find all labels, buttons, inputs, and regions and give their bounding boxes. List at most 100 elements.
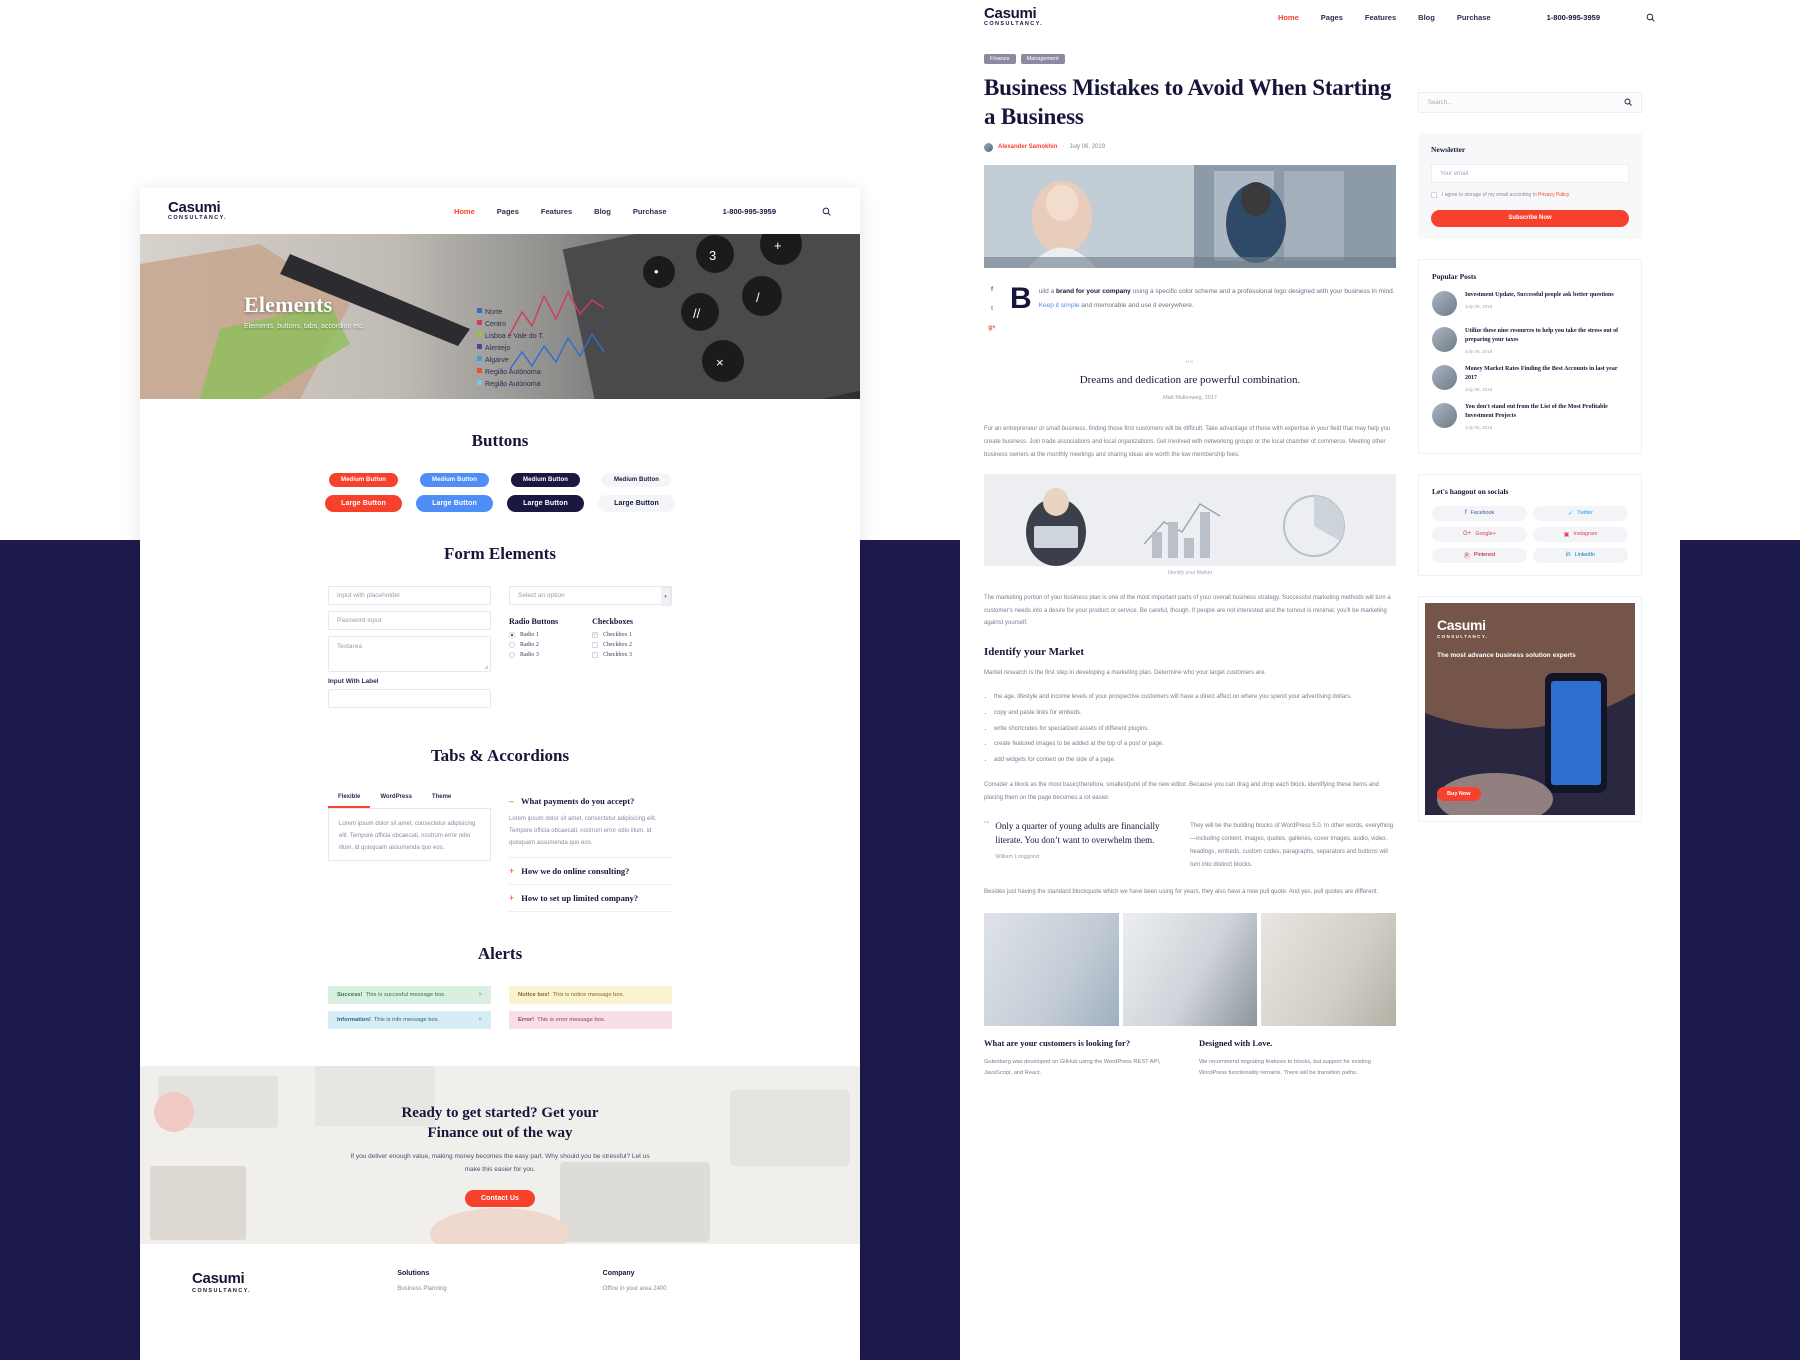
popular-post-item[interactable]: You don't stand out from the List of the…: [1432, 402, 1628, 430]
checkbox-option[interactable]: ✓ Checkbox 1: [592, 632, 633, 638]
search-widget[interactable]: Search...: [1418, 92, 1642, 113]
brand-logo[interactable]: Casumi CONSULTANCY.: [168, 200, 227, 222]
textarea-input[interactable]: Textarea: [328, 636, 491, 672]
radio-option[interactable]: Radio 2: [509, 642, 558, 648]
gallery-image-1: [984, 912, 1119, 1026]
accordion-header[interactable]: + How to set up limited company?: [509, 893, 672, 903]
radio-icon[interactable]: [509, 632, 515, 638]
checkbox-icon[interactable]: [1431, 192, 1437, 198]
nav-item-purchase[interactable]: Purchase: [1457, 13, 1491, 22]
checkbox-label: Checkbox 2: [603, 642, 632, 648]
popular-post-item[interactable]: Investment Update, Successful people ask…: [1432, 290, 1628, 316]
chevron-down-icon[interactable]: ▾: [661, 587, 671, 606]
medium-button-light[interactable]: Medium Button: [602, 473, 671, 487]
tab-theme[interactable]: Theme: [422, 788, 461, 808]
checkbox-icon[interactable]: [592, 652, 599, 658]
subscribe-button[interactable]: Subscribe Now: [1431, 209, 1629, 227]
tab-panel: Lorem ipsum dolor sit amet, consectetur …: [328, 809, 491, 861]
footer-link[interactable]: Office in your area 2400: [603, 1286, 808, 1292]
medium-button-blue[interactable]: Medium Button: [420, 473, 489, 487]
social-link-googleplus[interactable]: G+ Google+: [1432, 526, 1527, 542]
medium-button-red[interactable]: Medium Button: [329, 473, 398, 487]
popular-post-item[interactable]: Money Market Rates Finding the Best Acco…: [1432, 364, 1628, 392]
nav-item-home[interactable]: Home: [1278, 13, 1299, 22]
nav-item-pages[interactable]: Pages: [1321, 13, 1343, 22]
input-with-label[interactable]: [328, 689, 491, 708]
nav-item-pages[interactable]: Pages: [497, 207, 519, 216]
plus-icon[interactable]: +: [509, 867, 514, 876]
checkbox-option[interactable]: Checkbox 3: [592, 652, 633, 658]
tag-management[interactable]: Management: [1020, 54, 1065, 64]
post-title[interactable]: You don't stand out from the List of the…: [1465, 403, 1628, 421]
privacy-policy-link[interactable]: Privacy Policy: [1538, 192, 1569, 198]
post-title[interactable]: Money Market Rates Finding the Best Acco…: [1465, 365, 1628, 383]
tag-finance[interactable]: Finance: [984, 54, 1016, 64]
twitter-icon[interactable]: t: [987, 304, 997, 314]
nav-item-features[interactable]: Features: [541, 207, 572, 216]
nav-item-blog[interactable]: Blog: [1418, 13, 1435, 22]
large-button-dark[interactable]: Large Button: [507, 495, 584, 512]
close-icon[interactable]: ×: [478, 992, 482, 998]
footer-link[interactable]: Business Planning: [397, 1286, 602, 1292]
medium-button-dark[interactable]: Medium Button: [511, 473, 580, 487]
list-item: copy and paste links for embeds.: [994, 708, 1396, 720]
search-icon[interactable]: [1624, 98, 1632, 108]
accordion-item[interactable]: – What payments do you accept? Lorem ips…: [509, 788, 672, 858]
newsletter-email-input[interactable]: Your email: [1431, 164, 1629, 183]
cta-line-1: Ready to get started? Get your: [401, 1104, 599, 1121]
brand-logo[interactable]: Casumi CONSULTANCY.: [984, 6, 1043, 28]
password-input[interactable]: Password input: [328, 611, 491, 630]
search-icon[interactable]: [1644, 11, 1656, 23]
social-link-facebook[interactable]: f Facebook: [1432, 505, 1527, 521]
contact-us-button[interactable]: Contact Us: [465, 1190, 535, 1208]
nav-item-features[interactable]: Features: [1365, 13, 1396, 22]
alert-strong: Information!: [337, 1017, 371, 1023]
search-input[interactable]: Search...: [1428, 100, 1452, 106]
social-link-pinterest[interactable]: Ⓟ Pinterest: [1432, 547, 1527, 563]
footer-heading-solutions: Solutions: [397, 1270, 430, 1277]
nav-item-blog[interactable]: Blog: [594, 207, 611, 216]
popular-post-item[interactable]: Utilize these nine resources to help you…: [1432, 326, 1628, 354]
checkbox-icon[interactable]: [592, 642, 599, 648]
large-button-blue[interactable]: Large Button: [416, 495, 493, 512]
accordion-header[interactable]: – What payments do you accept?: [509, 796, 672, 806]
nav-item-purchase[interactable]: Purchase: [633, 207, 667, 216]
minus-icon[interactable]: –: [509, 797, 514, 806]
select-dropdown[interactable]: Select an option ▾: [509, 586, 672, 606]
buy-now-button[interactable]: Buy Now: [1437, 786, 1481, 801]
post-title[interactable]: Investment Update, Successful people ask…: [1465, 291, 1614, 300]
svg-text:×: ×: [716, 355, 724, 370]
promo-widget[interactable]: Casumi CONSULTANCY. The most advance bus…: [1418, 595, 1642, 822]
googleplus-icon[interactable]: g+: [987, 323, 997, 333]
checkbox-option[interactable]: Checkbox 2: [592, 642, 633, 648]
tab-flexible[interactable]: Flexible: [328, 788, 371, 808]
accordion-header[interactable]: + How we do online consulting?: [509, 866, 672, 876]
accordion-item[interactable]: + How to set up limited company?: [509, 885, 672, 912]
newsletter-consent[interactable]: I agree to storage of my email according…: [1431, 191, 1629, 200]
author-name[interactable]: Alexander Samokhin: [998, 144, 1057, 150]
radio-option[interactable]: Radio 1: [509, 632, 558, 638]
radio-icon[interactable]: [509, 652, 515, 658]
social-link-twitter[interactable]: ✓ Twitter: [1533, 505, 1628, 521]
radio-icon[interactable]: [509, 642, 515, 648]
plus-icon[interactable]: +: [509, 894, 514, 903]
text-input[interactable]: Input with placeholder: [328, 586, 491, 605]
cta-subtext: If you deliver enough value, making mone…: [350, 1153, 650, 1173]
social-link-linkedin[interactable]: in LinkedIn: [1533, 547, 1628, 563]
post-title[interactable]: Utilize these nine resources to help you…: [1465, 327, 1628, 345]
tab-list: Flexible WordPress Theme: [328, 788, 491, 809]
large-button-light[interactable]: Large Button: [598, 495, 675, 512]
check-icon[interactable]: ✓: [592, 632, 599, 638]
alert-text: This is info message box.: [373, 1017, 440, 1023]
promo-brand-name: Casumi: [1437, 616, 1486, 633]
radio-option[interactable]: Radio 3: [509, 652, 558, 658]
nav-item-home[interactable]: Home: [454, 207, 475, 216]
tab-wordpress[interactable]: WordPress: [370, 788, 422, 808]
accordion-item[interactable]: + How we do online consulting?: [509, 858, 672, 885]
search-icon[interactable]: [820, 205, 832, 217]
close-icon[interactable]: ×: [478, 1017, 482, 1023]
facebook-icon[interactable]: f: [987, 285, 997, 295]
lead-link[interactable]: Keep it simple: [1039, 302, 1080, 309]
social-link-instagram[interactable]: ▣ Instagram: [1533, 526, 1628, 542]
large-button-red[interactable]: Large Button: [325, 495, 402, 512]
